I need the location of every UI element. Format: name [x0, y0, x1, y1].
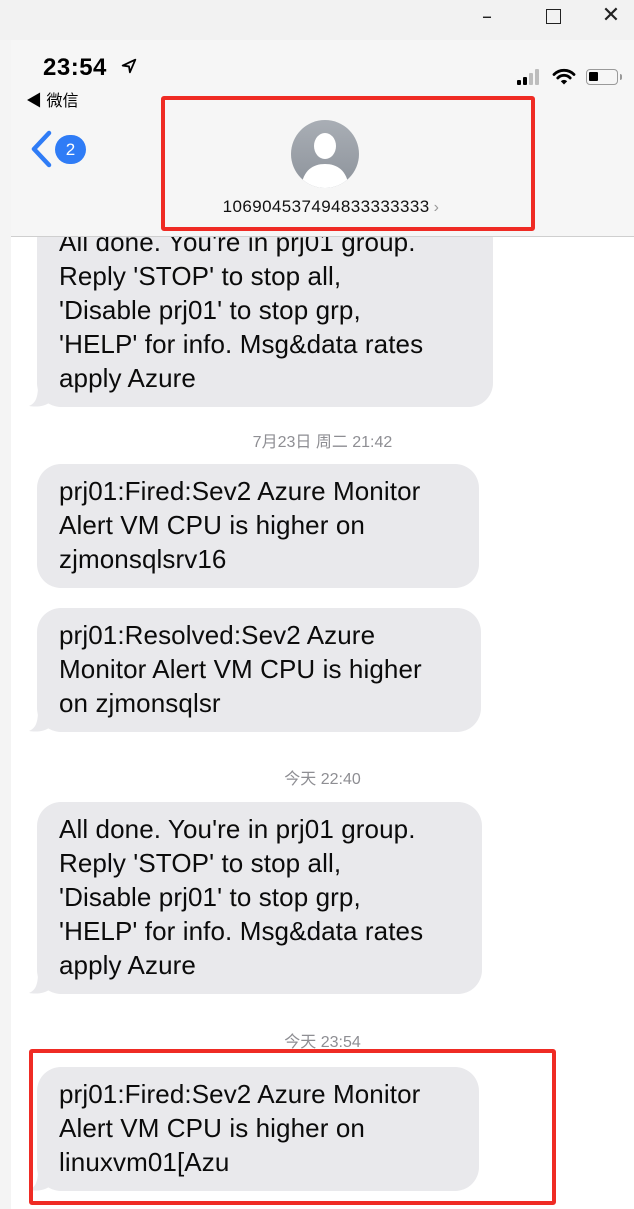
cellular-signal-icon	[517, 69, 539, 85]
unread-badge[interactable]: 2	[55, 135, 86, 164]
message-text: All done. You're in prj01 group. Reply '…	[59, 237, 424, 393]
bubble-tail	[29, 710, 49, 732]
message-text: prj01:Fired:Sev2 Azure Monitor Alert VM …	[59, 476, 421, 574]
back-chevron-icon[interactable]	[29, 130, 55, 168]
message-highlight-box	[29, 1049, 556, 1205]
minimize-button[interactable]: –	[472, 2, 502, 30]
timestamp: 7月23日 周二 21:42	[252, 434, 393, 451]
status-icons	[516, 66, 622, 88]
message-text: prj01:Resolved:Sev2 Azure Monitor Alert …	[59, 620, 422, 718]
message-bubble[interactable]: prj01:Resolved:Sev2 Azure Monitor Alert …	[29, 608, 481, 732]
message-text: All done. You're in prj01 group. Reply '…	[59, 814, 424, 980]
window-border	[0, 40, 11, 1209]
status-time: 23:54	[43, 54, 107, 81]
message-bubble[interactable]: All done. You're in prj01 group. Reply '…	[29, 802, 482, 994]
maximize-icon	[545, 9, 561, 24]
back-to-app-link[interactable]: ◀ 微信	[26, 87, 78, 111]
bubble-tail	[29, 972, 49, 994]
message-bubble[interactable]: prj01:Fired:Sev2 Azure Monitor Alert VM …	[37, 464, 479, 588]
wifi-icon	[552, 68, 576, 85]
maximize-button[interactable]	[538, 2, 568, 30]
message-bubble[interactable]: All done. You're in prj01 group. Reply '…	[29, 237, 493, 407]
contact-highlight-box	[161, 96, 535, 231]
timestamp: 今天 22:40	[284, 771, 361, 788]
close-button[interactable]: ✕	[596, 2, 626, 30]
window-title-bar: – ✕	[0, 0, 634, 40]
bubble-tail	[29, 385, 49, 407]
location-arrow-icon	[121, 58, 137, 74]
battery-icon	[586, 69, 622, 85]
